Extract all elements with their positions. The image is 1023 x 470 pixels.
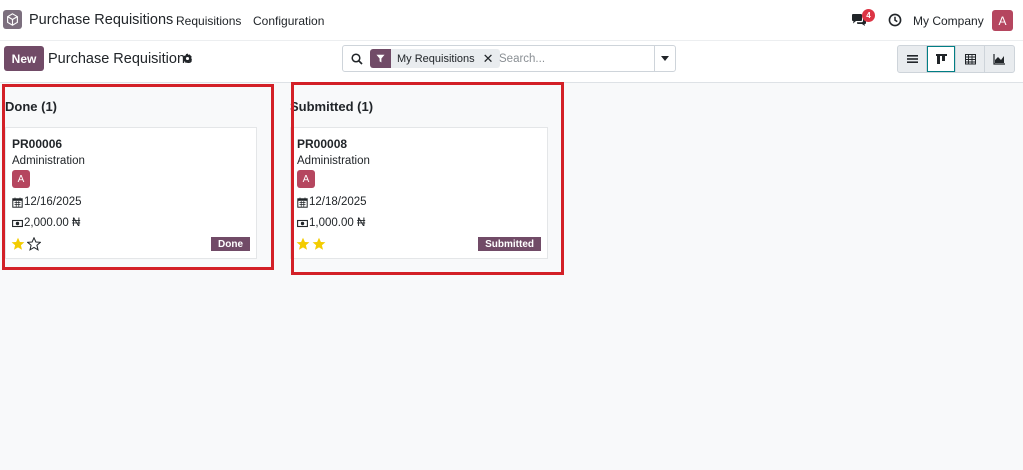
pivot-view-button[interactable] [956, 46, 985, 72]
kanban-view-button[interactable] [927, 46, 956, 72]
chat-count-badge: 4 [862, 9, 875, 22]
kanban-card[interactable]: PR00006 Administration A 12/16/2025 2,00… [5, 127, 257, 259]
star-filled-icon[interactable] [312, 237, 326, 251]
user-avatar[interactable]: A [992, 10, 1013, 31]
column-header-done[interactable]: Done (1) [5, 99, 57, 114]
kanban-card[interactable]: PR00008 Administration A 12/18/2025 1,00… [290, 127, 548, 259]
app-name[interactable]: Purchase Requisitions [29, 12, 173, 28]
caret-down-icon [661, 56, 669, 61]
page-title: Purchase Requisitions [48, 51, 193, 67]
view-switcher [897, 45, 1015, 73]
card-department: Administration [297, 155, 370, 167]
card-date: 12/16/2025 [24, 196, 82, 208]
priority-stars [11, 237, 41, 251]
money-icon [12, 219, 23, 227]
menu-configuration[interactable]: Configuration [253, 14, 324, 28]
card-amount: 2,000.00 ₦ [24, 217, 81, 229]
menu-requisitions[interactable]: Requisitions [176, 14, 241, 28]
card-date-row: 12/16/2025 [12, 196, 82, 208]
card-date-row: 12/18/2025 [297, 196, 367, 208]
card-amount: 1,000.00 ₦ [309, 217, 366, 229]
filter-facet: My Requisitions ✕ [370, 49, 500, 68]
search-options-toggle[interactable] [654, 46, 675, 71]
card-user-avatar: A [12, 170, 30, 188]
money-icon [297, 219, 308, 227]
kanban-board: Done (1) PR00006 Administration A 12/16/… [0, 82, 1023, 470]
area-chart-icon [993, 54, 1005, 65]
status-badge: Submitted [478, 237, 541, 251]
control-panel: New Purchase Requisitions My Requisition… [0, 41, 1023, 83]
column-header-submitted[interactable]: Submitted (1) [290, 99, 373, 114]
card-reference: PR00008 [297, 137, 348, 151]
status-badge: Done [211, 237, 250, 251]
app-logo-icon[interactable] [3, 10, 22, 29]
star-filled-icon[interactable] [11, 237, 25, 251]
new-button[interactable]: New [4, 46, 44, 71]
search-icon[interactable] [351, 53, 363, 65]
card-reference: PR00006 [12, 137, 63, 151]
graph-view-button[interactable] [985, 46, 1014, 72]
list-view-button[interactable] [898, 46, 927, 72]
calendar-icon [297, 197, 308, 208]
star-empty-icon[interactable] [27, 237, 41, 251]
card-user-avatar: A [297, 170, 315, 188]
filter-icon [370, 49, 391, 68]
company-switcher[interactable]: My Company [913, 14, 984, 28]
star-filled-icon[interactable] [296, 237, 310, 251]
activity-clock-icon[interactable] [888, 13, 902, 27]
priority-stars [296, 237, 326, 251]
card-department: Administration [12, 155, 85, 167]
top-navbar: Purchase Requisitions Requisitions Confi… [0, 0, 1023, 41]
gear-icon[interactable] [182, 53, 193, 64]
calendar-icon [12, 197, 23, 208]
facet-remove-button[interactable]: ✕ [480, 49, 500, 68]
pivot-icon [964, 54, 976, 65]
card-date: 12/18/2025 [309, 196, 367, 208]
card-amount-row: 1,000.00 ₦ [297, 217, 365, 229]
kanban-icon [935, 54, 947, 64]
search-input[interactable] [499, 50, 649, 68]
list-icon [906, 55, 918, 63]
card-amount-row: 2,000.00 ₦ [12, 217, 80, 229]
search-bar: My Requisitions ✕ [342, 45, 676, 72]
facet-label: My Requisitions [391, 49, 481, 68]
